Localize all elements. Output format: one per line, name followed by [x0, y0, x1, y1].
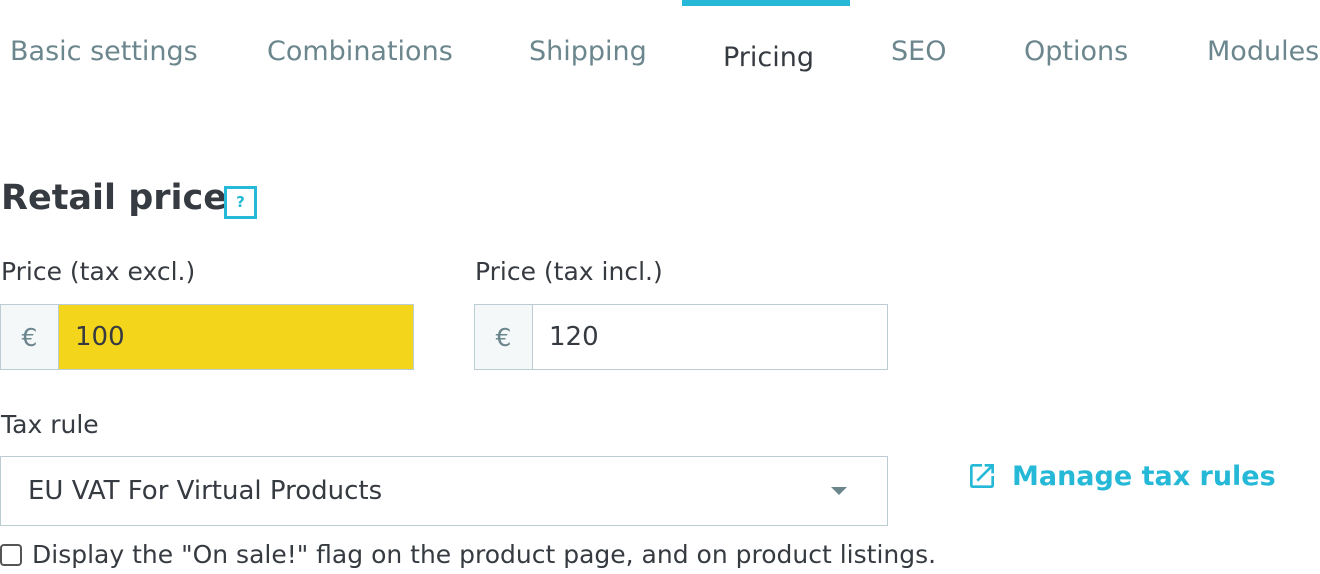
tab-pricing[interactable]: Pricing	[723, 42, 814, 73]
tax-rule-select[interactable]: EU VAT For Virtual Products	[0, 456, 888, 526]
currency-addon: €	[475, 305, 533, 369]
on-sale-label[interactable]: Display the "On sale!" flag on the produ…	[32, 540, 936, 569]
product-tabs: Basic settings Combinations Shipping Pri…	[0, 0, 1320, 110]
tab-basic-settings[interactable]: Basic settings	[10, 36, 198, 67]
manage-tax-rules-label: Manage tax rules	[1012, 460, 1276, 492]
price-excl-input[interactable]: 100	[59, 305, 413, 369]
help-icon[interactable]: ?	[224, 186, 257, 219]
tax-rule-label: Tax rule	[1, 410, 99, 439]
on-sale-row: Display the "On sale!" flag on the produ…	[0, 540, 936, 569]
price-incl-label: Price (tax incl.)	[475, 257, 663, 286]
tab-modules[interactable]: Modules	[1207, 36, 1319, 67]
tax-rule-selected-value: EU VAT For Virtual Products	[28, 476, 383, 506]
price-excl-input-group: € 100	[0, 304, 414, 370]
tab-options[interactable]: Options	[1024, 36, 1128, 67]
currency-addon: €	[1, 305, 59, 369]
external-link-icon	[970, 464, 994, 488]
product-pricing-page: Basic settings Combinations Shipping Pri…	[0, 0, 1320, 574]
manage-tax-rules-link[interactable]: Manage tax rules	[966, 460, 1276, 492]
on-sale-checkbox[interactable]	[0, 543, 22, 566]
price-excl-label: Price (tax excl.)	[1, 257, 196, 286]
tab-seo[interactable]: SEO	[891, 36, 946, 67]
tab-shipping[interactable]: Shipping	[529, 36, 647, 67]
chevron-down-icon	[831, 487, 847, 495]
price-incl-input-group: € 120	[474, 304, 888, 370]
tab-combinations[interactable]: Combinations	[267, 36, 453, 67]
retail-price-title: Retail price	[1, 178, 228, 218]
price-incl-input[interactable]: 120	[533, 305, 887, 369]
active-tab-indicator	[682, 0, 850, 6]
